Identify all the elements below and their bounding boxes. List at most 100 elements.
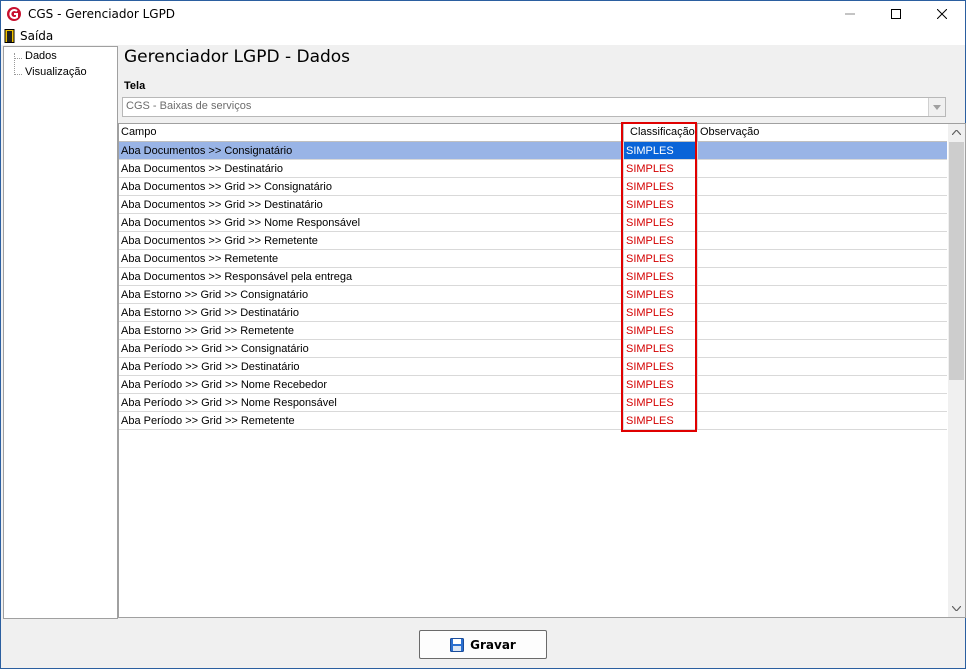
table-row[interactable]: Aba Estorno >> Grid >> Consignatário SIMP… bbox=[119, 286, 947, 304]
table-row[interactable]: Aba Documentos >> Consignatário SIMPLES bbox=[119, 142, 947, 160]
cell-campo[interactable]: Aba Documentos >> Remetente bbox=[119, 250, 624, 268]
data-grid: Campo Classificação Observação Aba Docum… bbox=[118, 123, 966, 618]
save-button[interactable]: Gravar bbox=[419, 630, 547, 659]
column-header-classificacao[interactable]: Classificação bbox=[624, 124, 698, 141]
table-row[interactable]: Aba Documentos >> Grid >> Consignatário S… bbox=[119, 178, 947, 196]
cell-observacao[interactable] bbox=[698, 304, 947, 322]
scroll-thumb[interactable] bbox=[949, 142, 964, 380]
menu-bar: Saída bbox=[1, 27, 965, 45]
minimize-icon bbox=[845, 13, 855, 15]
cell-observacao[interactable] bbox=[698, 412, 947, 430]
screen-select-dropdown-button[interactable] bbox=[928, 98, 945, 116]
window-controls bbox=[827, 1, 965, 27]
cell-classificacao[interactable]: SIMPLES bbox=[624, 142, 698, 160]
table-row[interactable]: Aba Período >> Grid >> Consignatário SIMP… bbox=[119, 340, 947, 358]
tree-connector bbox=[14, 74, 22, 75]
cell-campo[interactable]: Aba Documentos >> Grid >> Remetente bbox=[119, 232, 624, 250]
table-row[interactable]: Aba Documentos >> Grid >> Destinatário SI… bbox=[119, 196, 947, 214]
close-icon bbox=[937, 9, 947, 19]
cell-campo[interactable]: Aba Estorno >> Grid >> Remetente bbox=[119, 322, 624, 340]
app-logo-icon bbox=[7, 7, 21, 21]
cell-campo[interactable]: Aba Período >> Grid >> Consignatário bbox=[119, 340, 624, 358]
floppy-disk-icon bbox=[450, 637, 465, 652]
table-row[interactable]: Aba Período >> Grid >> Remetente SIMPLES bbox=[119, 412, 947, 430]
grid-header: Campo Classificação Observação bbox=[119, 124, 947, 142]
table-row[interactable]: Aba Período >> Grid >> Nome Recebedor SIM… bbox=[119, 376, 947, 394]
cell-observacao[interactable] bbox=[698, 340, 947, 358]
table-row[interactable]: Aba Estorno >> Grid >> Remetente SIMPLES bbox=[119, 322, 947, 340]
screen-select[interactable]: CGS - Baixas de serviços bbox=[122, 97, 946, 117]
cell-observacao[interactable] bbox=[698, 322, 947, 340]
close-button[interactable] bbox=[919, 1, 965, 27]
menu-exit[interactable]: Saída bbox=[4, 29, 53, 43]
chevron-down-icon bbox=[933, 104, 941, 110]
cell-classificacao[interactable]: SIMPLES bbox=[624, 358, 698, 376]
scroll-down-button[interactable] bbox=[948, 600, 965, 617]
cell-observacao[interactable] bbox=[698, 214, 947, 232]
cell-observacao[interactable] bbox=[698, 178, 947, 196]
tree-connector bbox=[14, 53, 15, 75]
table-row[interactable]: Aba Estorno >> Grid >> Destinatário SIMPL… bbox=[119, 304, 947, 322]
table-row[interactable]: Aba Documentos >> Destinatário SIMPLES bbox=[119, 160, 947, 178]
cell-observacao[interactable] bbox=[698, 394, 947, 412]
cell-campo[interactable]: Aba Documentos >> Grid >> Consignatário bbox=[119, 178, 624, 196]
cell-observacao[interactable] bbox=[698, 286, 947, 304]
cell-campo[interactable]: Aba Documentos >> Grid >> Nome Responsáv… bbox=[119, 214, 624, 232]
cell-campo[interactable]: Aba Período >> Grid >> Destinatário bbox=[119, 358, 624, 376]
title-bar: CGS - Gerenciador LGPD bbox=[1, 1, 965, 27]
cell-campo[interactable]: Aba Estorno >> Grid >> Consignatário bbox=[119, 286, 624, 304]
cell-classificacao[interactable]: SIMPLES bbox=[624, 376, 698, 394]
navigation-tree: Dados Visualização bbox=[3, 46, 118, 619]
column-header-observacao[interactable]: Observação bbox=[698, 124, 947, 141]
table-row[interactable]: Aba Documentos >> Grid >> Nome Responsáv… bbox=[119, 214, 947, 232]
chevron-up-icon bbox=[952, 130, 961, 135]
table-row[interactable]: Aba Documentos >> Grid >> Remetente SIMPL… bbox=[119, 232, 947, 250]
cell-observacao[interactable] bbox=[698, 250, 947, 268]
menu-exit-label: Saída bbox=[20, 29, 54, 43]
cell-observacao[interactable] bbox=[698, 142, 947, 160]
tree-connector bbox=[14, 58, 22, 59]
cell-observacao[interactable] bbox=[698, 358, 947, 376]
vertical-scrollbar[interactable] bbox=[948, 124, 965, 617]
cell-observacao[interactable] bbox=[698, 160, 947, 178]
cell-classificacao[interactable]: SIMPLES bbox=[624, 268, 698, 286]
screen-select-value: CGS - Baixas de serviços bbox=[126, 100, 252, 112]
cell-campo[interactable]: Aba Documentos >> Responsável pela entre… bbox=[119, 268, 624, 286]
cell-observacao[interactable] bbox=[698, 196, 947, 214]
column-header-campo[interactable]: Campo bbox=[119, 124, 624, 141]
cell-classificacao[interactable]: SIMPLES bbox=[624, 412, 698, 430]
tree-item-dados[interactable]: Dados bbox=[25, 50, 57, 62]
tree-item-visualizacao[interactable]: Visualização bbox=[25, 66, 87, 78]
cell-campo[interactable]: Aba Documentos >> Destinatário bbox=[119, 160, 624, 178]
cell-observacao[interactable] bbox=[698, 268, 947, 286]
cell-classificacao[interactable]: SIMPLES bbox=[624, 196, 698, 214]
cell-campo[interactable]: Aba Documentos >> Consignatário bbox=[119, 142, 624, 160]
cell-classificacao[interactable]: SIMPLES bbox=[624, 250, 698, 268]
cell-observacao[interactable] bbox=[698, 376, 947, 394]
cell-campo[interactable]: Aba Período >> Grid >> Nome Responsável bbox=[119, 394, 624, 412]
cell-campo[interactable]: Aba Documentos >> Grid >> Destinatário bbox=[119, 196, 624, 214]
cell-classificacao[interactable]: SIMPLES bbox=[624, 340, 698, 358]
scroll-up-button[interactable] bbox=[948, 124, 965, 141]
cell-campo[interactable]: Aba Período >> Grid >> Remetente bbox=[119, 412, 624, 430]
cell-classificacao[interactable]: SIMPLES bbox=[624, 160, 698, 178]
minimize-button[interactable] bbox=[827, 1, 873, 27]
table-row[interactable]: Aba Período >> Grid >> Nome Responsável S… bbox=[119, 394, 947, 412]
cell-classificacao[interactable]: SIMPLES bbox=[624, 214, 698, 232]
cell-classificacao[interactable]: SIMPLES bbox=[624, 304, 698, 322]
cell-classificacao[interactable]: SIMPLES bbox=[624, 178, 698, 196]
cell-classificacao[interactable]: SIMPLES bbox=[624, 322, 698, 340]
save-button-label: Gravar bbox=[470, 637, 516, 652]
cell-campo[interactable]: Aba Estorno >> Grid >> Destinatário bbox=[119, 304, 624, 322]
maximize-icon bbox=[891, 9, 901, 19]
window-title: CGS - Gerenciador LGPD bbox=[28, 7, 176, 21]
cell-observacao[interactable] bbox=[698, 232, 947, 250]
table-row[interactable]: Aba Documentos >> Remetente SIMPLES bbox=[119, 250, 947, 268]
table-row[interactable]: Aba Documentos >> Responsável pela entre… bbox=[119, 268, 947, 286]
cell-classificacao[interactable]: SIMPLES bbox=[624, 394, 698, 412]
maximize-button[interactable] bbox=[873, 1, 919, 27]
table-row[interactable]: Aba Período >> Grid >> Destinatário SIMPL… bbox=[119, 358, 947, 376]
cell-classificacao[interactable]: SIMPLES bbox=[624, 286, 698, 304]
cell-campo[interactable]: Aba Período >> Grid >> Nome Recebedor bbox=[119, 376, 624, 394]
cell-classificacao[interactable]: SIMPLES bbox=[624, 232, 698, 250]
